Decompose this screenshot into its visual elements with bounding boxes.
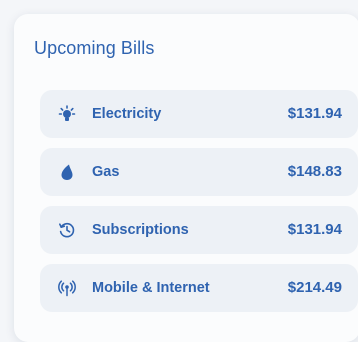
bill-amount: $148.83 [287, 163, 342, 180]
bill-item-electricity[interactable]: Electricity $131.94 [40, 90, 358, 138]
bill-item-subscriptions[interactable]: Subscriptions $131.94 [40, 206, 358, 254]
upcoming-bills-card: Upcoming Bills Electricity $131.94 Gas $… [14, 14, 358, 342]
bill-amount: $131.94 [287, 105, 342, 122]
bill-amount: $214.49 [287, 279, 342, 296]
bill-item-mobile-internet[interactable]: Mobile & Internet $214.49 [40, 264, 358, 312]
lightbulb-icon [58, 105, 76, 123]
broadcast-signal-icon [58, 279, 76, 297]
flame-drop-icon [58, 163, 76, 181]
card-title: Upcoming Bills [34, 38, 155, 58]
bill-name: Mobile & Internet [92, 280, 210, 296]
bill-amount: $131.94 [287, 221, 342, 238]
bill-name: Subscriptions [92, 222, 189, 238]
bill-name: Electricity [92, 106, 162, 122]
history-icon [58, 221, 76, 239]
bill-name: Gas [92, 164, 120, 180]
bill-item-gas[interactable]: Gas $148.83 [40, 148, 358, 196]
